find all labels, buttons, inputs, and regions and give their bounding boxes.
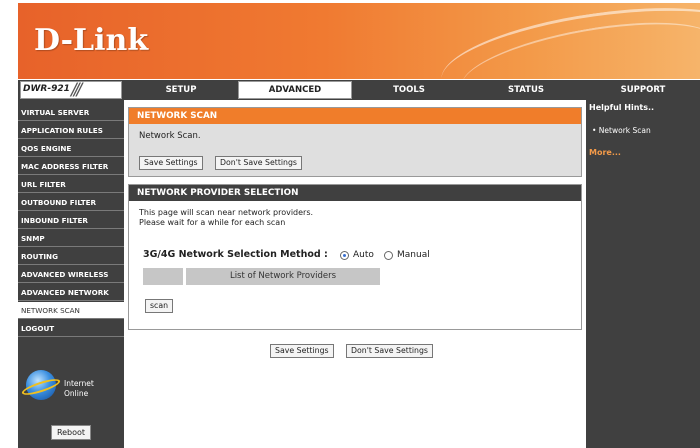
sidebar-item-outbound-filter[interactable]: OUTBOUND FILTER — [18, 194, 124, 211]
save-settings-button-bottom[interactable]: Save Settings — [270, 344, 334, 358]
provider-list-header: List of Network Providers — [186, 268, 380, 285]
reboot-button[interactable]: Reboot — [51, 425, 91, 440]
provider-selection-title: NETWORK PROVIDER SELECTION — [129, 185, 581, 201]
tab-support[interactable]: SUPPORT — [586, 80, 700, 100]
internet-status-line1: Internet — [64, 379, 94, 388]
network-scan-title: NETWORK SCAN — [129, 108, 581, 124]
tab-tools[interactable]: TOOLS — [352, 80, 466, 100]
dont-save-settings-button-top[interactable]: Don't Save Settings — [215, 156, 302, 170]
model-slashes: /// — [71, 80, 82, 100]
model-name: DWR-921 — [23, 84, 70, 94]
dlink-logo: D-Link — [34, 23, 149, 58]
radio-auto[interactable] — [340, 251, 349, 260]
network-scan-description: Network Scan. — [139, 131, 201, 141]
network-scan-panel: NETWORK SCAN Network Scan. Save Settings… — [128, 107, 582, 177]
internet-status: Internet Online — [64, 379, 94, 399]
sidebar-item-url-filter[interactable]: URL FILTER — [18, 176, 124, 193]
sidebar-item-logout[interactable]: LOGOUT — [18, 320, 124, 337]
hint-network-scan: • Network Scan — [592, 126, 651, 135]
scan-button[interactable]: scan — [145, 299, 174, 313]
sidebar-item-qos-engine[interactable]: QOS ENGINE — [18, 140, 124, 157]
radio-auto-label: Auto — [353, 250, 374, 260]
dont-save-settings-button-bottom[interactable]: Don't Save Settings — [346, 344, 433, 358]
sidebar-item-advanced-wireless[interactable]: ADVANCED WIRELESS — [18, 266, 124, 283]
sidebar-item-application-rules[interactable]: APPLICATION RULES — [18, 122, 124, 139]
sidebar-item-mac-address-filter[interactable]: MAC ADDRESS FILTER — [18, 158, 124, 175]
intro-line2: Please wait for a while for each scan — [139, 217, 286, 227]
save-settings-button-top[interactable]: Save Settings — [139, 156, 203, 170]
sidebar-item-routing[interactable]: ROUTING — [18, 248, 124, 265]
provider-list-select-header — [143, 268, 183, 285]
radio-manual-label: Manual — [397, 250, 430, 260]
provider-selection-intro: This page will scan near network provide… — [139, 208, 313, 227]
radio-manual[interactable] — [384, 251, 393, 260]
tab-advanced[interactable]: ADVANCED — [238, 81, 352, 99]
intro-line1: This page will scan near network provide… — [139, 208, 314, 217]
tab-setup[interactable]: SETUP — [124, 80, 238, 100]
more-link[interactable]: More... — [589, 148, 621, 157]
header-banner: D-Link — [18, 3, 700, 79]
helpful-hints-title: Helpful Hints.. — [589, 103, 655, 112]
sidebar-item-advanced-network[interactable]: ADVANCED NETWORK — [18, 284, 124, 301]
sidebar-item-network-scan[interactable]: NETWORK SCAN — [18, 302, 124, 319]
sidebar-item-virtual-server[interactable]: VIRTUAL SERVER — [18, 104, 124, 121]
internet-status-line2: Online — [64, 389, 89, 398]
tab-status[interactable]: STATUS — [466, 80, 586, 100]
model-box: DWR-921 /// — [20, 80, 122, 100]
selection-method-label: 3G/4G Network Selection Method : — [143, 249, 328, 260]
sidebar-item-inbound-filter[interactable]: INBOUND FILTER — [18, 212, 124, 229]
sidebar: VIRTUAL SERVER APPLICATION RULES QOS ENG… — [18, 100, 124, 448]
provider-selection-panel: NETWORK PROVIDER SELECTION This page wil… — [128, 184, 582, 330]
top-nav: DWR-921 /// SETUP ADVANCED TOOLS STATUS … — [18, 80, 700, 100]
main-content: NETWORK SCAN Network Scan. Save Settings… — [124, 100, 586, 448]
helpful-hints-panel: Helpful Hints.. • Network Scan More... — [586, 100, 700, 448]
sidebar-item-snmp[interactable]: SNMP — [18, 230, 124, 247]
